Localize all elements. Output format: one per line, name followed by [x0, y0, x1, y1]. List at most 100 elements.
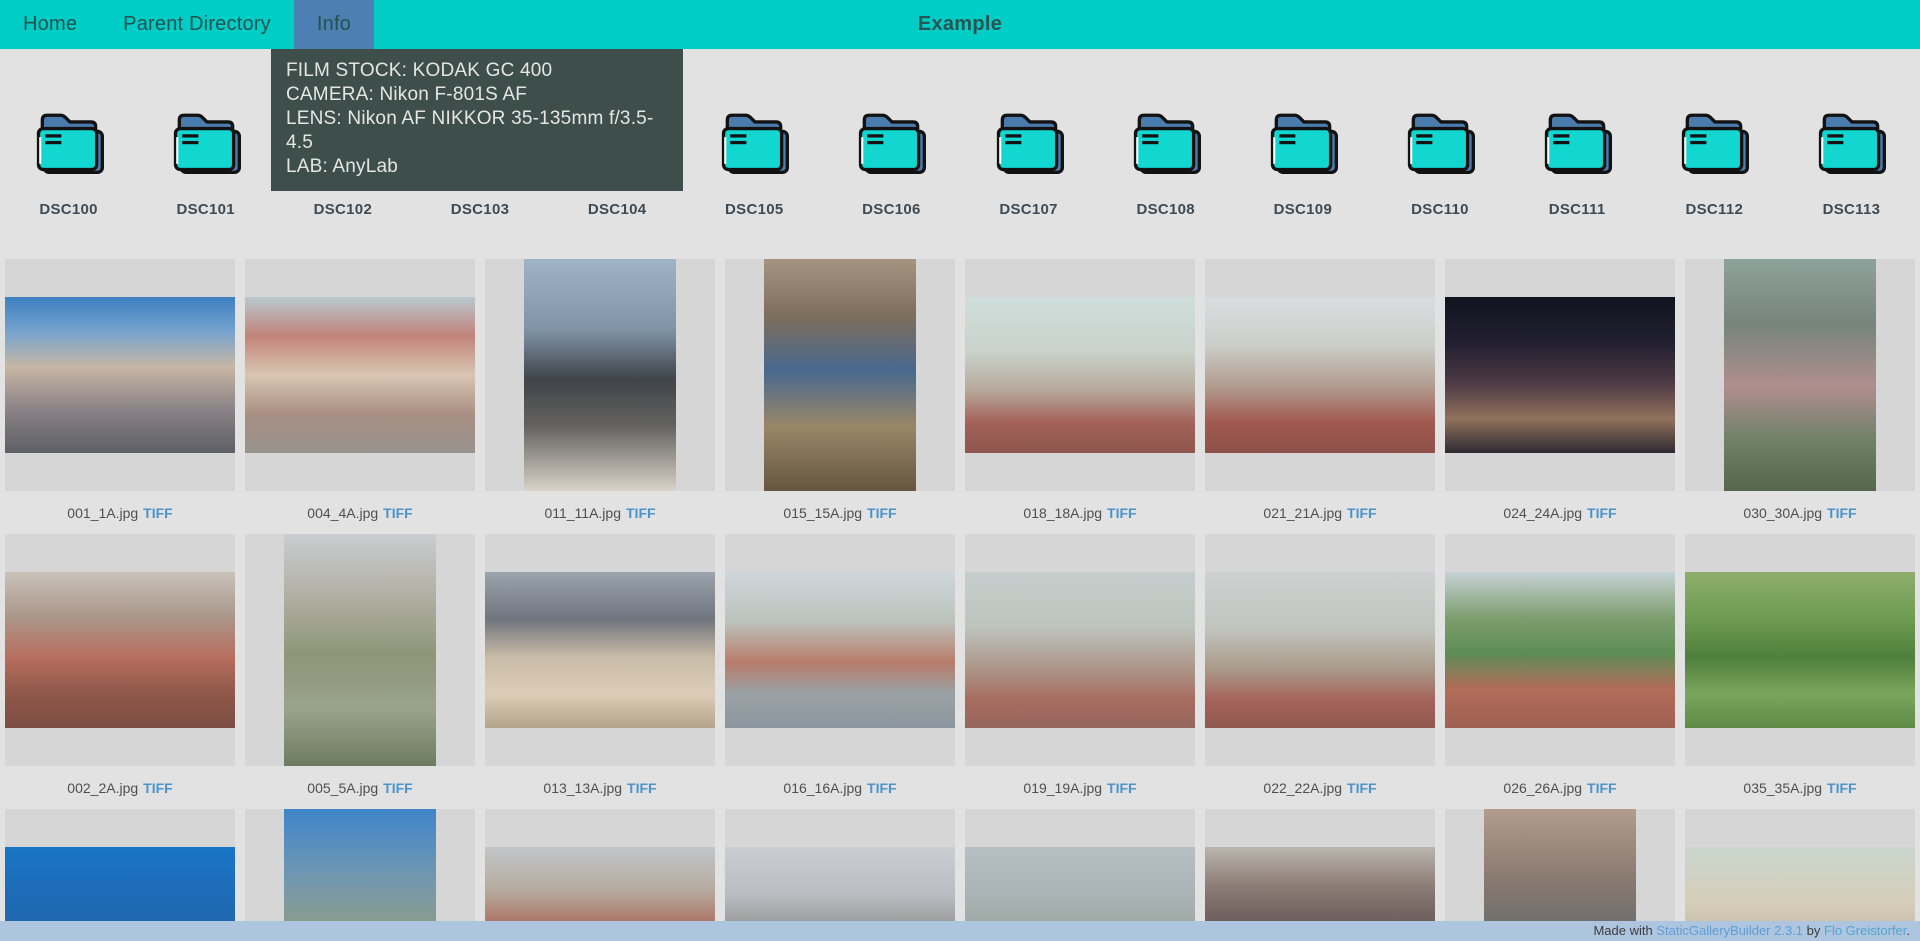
photo-label: 016_16A.jpg TIFF: [725, 766, 955, 809]
nav-item-parent-directory[interactable]: Parent Directory: [100, 0, 294, 49]
info-tooltip: FILM STOCK: KODAK GC 400CAMERA: Nikon F-…: [271, 49, 683, 191]
folder-icon: [1811, 104, 1891, 181]
folder-icon: [714, 104, 794, 181]
photo-thumbnail[interactable]: [764, 259, 916, 491]
tooltip-line: LENS: Nikon AF NIKKOR 35-135mm f/3.5-4.5: [286, 107, 669, 155]
photo-filename: 026_26A.jpg: [1503, 780, 1582, 796]
folder-name: DSC107: [999, 201, 1058, 218]
folder-icon: [851, 104, 931, 181]
folder-name: DSC102: [314, 201, 373, 218]
photo-thumbnail[interactable]: [1445, 297, 1675, 453]
photo-thumbnail[interactable]: [1205, 297, 1435, 453]
photo-filename: 015_15A.jpg: [783, 505, 862, 521]
tiff-link[interactable]: TIFF: [627, 780, 657, 796]
photo-label: 021_21A.jpg TIFF: [1205, 491, 1435, 534]
tiff-link[interactable]: TIFF: [143, 505, 173, 521]
thumbnail-box: [1445, 259, 1675, 491]
footer-text-prefix: Made with: [1593, 923, 1652, 938]
photo-label: 026_26A.jpg TIFF: [1445, 766, 1675, 809]
photo-thumbnail[interactable]: [524, 259, 676, 491]
photo-thumbnail[interactable]: [965, 297, 1195, 453]
folder-icon: [1126, 104, 1206, 181]
photo-thumbnail[interactable]: [1685, 572, 1915, 728]
tiff-link[interactable]: TIFF: [143, 780, 173, 796]
thumbnail-box: [965, 534, 1195, 766]
gallery-item: 001_1A.jpg TIFF: [5, 259, 235, 534]
folder-name: DSC101: [176, 201, 235, 218]
tiff-link[interactable]: TIFF: [1107, 505, 1137, 521]
tiff-link[interactable]: TIFF: [867, 505, 897, 521]
folder-item-dsc109[interactable]: DSC109: [1234, 104, 1371, 218]
photo-filename: 018_18A.jpg: [1023, 505, 1102, 521]
photo-label: 005_5A.jpg TIFF: [245, 766, 475, 809]
folder-item-dsc105[interactable]: DSC105: [686, 104, 823, 218]
thumbnail-box: [965, 259, 1195, 491]
tiff-link[interactable]: TIFF: [1587, 505, 1617, 521]
builder-link[interactable]: StaticGalleryBuilder 2.3.1: [1656, 923, 1803, 938]
tiff-link[interactable]: TIFF: [1827, 505, 1857, 521]
folder-item-dsc110[interactable]: DSC110: [1371, 104, 1508, 218]
photo-label: 022_22A.jpg TIFF: [1205, 766, 1435, 809]
thumbnail-box: [1205, 534, 1435, 766]
gallery-item: 002_2A.jpg TIFF: [5, 534, 235, 809]
photo-thumbnail[interactable]: [485, 572, 715, 728]
photo-filename: 001_1A.jpg: [67, 505, 138, 521]
thumbnail-box: [5, 259, 235, 491]
tiff-link[interactable]: TIFF: [1107, 780, 1137, 796]
photo-label: 001_1A.jpg TIFF: [5, 491, 235, 534]
nav-item-home[interactable]: Home: [0, 0, 100, 49]
tiff-link[interactable]: TIFF: [867, 780, 897, 796]
folder-item-dsc107[interactable]: DSC107: [960, 104, 1097, 218]
photo-filename: 019_19A.jpg: [1023, 780, 1102, 796]
gallery-item: 016_16A.jpg TIFF: [725, 534, 955, 809]
thumbnail-box: [485, 259, 715, 491]
gallery-item: 024_24A.jpg TIFF: [1445, 259, 1675, 534]
photo-thumbnail[interactable]: [284, 534, 436, 766]
photo-filename: 005_5A.jpg: [307, 780, 378, 796]
photo-thumbnail[interactable]: [1205, 572, 1435, 728]
nav-item-info[interactable]: Info: [294, 0, 374, 49]
thumbnail-box: [485, 534, 715, 766]
gallery-item: 005_5A.jpg TIFF: [245, 534, 475, 809]
tiff-link[interactable]: TIFF: [1347, 780, 1377, 796]
folder-item-dsc108[interactable]: DSC108: [1097, 104, 1234, 218]
photo-filename: 021_21A.jpg: [1263, 505, 1342, 521]
folder-item-dsc100[interactable]: DSC100: [0, 104, 137, 218]
folder-item-dsc113[interactable]: DSC113: [1783, 104, 1920, 218]
folder-name: DSC111: [1549, 201, 1606, 218]
folder-icon: [1674, 104, 1754, 181]
folder-item-dsc111[interactable]: DSC111: [1509, 104, 1646, 218]
folder-item-dsc112[interactable]: DSC112: [1646, 104, 1783, 218]
gallery-item: 021_21A.jpg TIFF: [1205, 259, 1435, 534]
tiff-link[interactable]: TIFF: [383, 505, 413, 521]
photo-thumbnail[interactable]: [245, 297, 475, 453]
gallery-item: 030_30A.jpg TIFF: [1685, 259, 1915, 534]
photo-thumbnail[interactable]: [1445, 572, 1675, 728]
folder-item-dsc106[interactable]: DSC106: [823, 104, 960, 218]
tiff-link[interactable]: TIFF: [1827, 780, 1857, 796]
folder-item-dsc101[interactable]: DSC101: [137, 104, 274, 218]
photo-thumbnail[interactable]: [5, 572, 235, 728]
gallery-item: 011_11A.jpg TIFF: [485, 259, 715, 534]
photo-filename: 035_35A.jpg: [1743, 780, 1822, 796]
tiff-link[interactable]: TIFF: [1587, 780, 1617, 796]
folder-icon: [989, 104, 1069, 181]
tiff-link[interactable]: TIFF: [1347, 505, 1377, 521]
thumbnail-box: [725, 534, 955, 766]
folder-name: DSC100: [39, 201, 98, 218]
folder-icon: [29, 104, 109, 181]
folder-name: DSC110: [1411, 201, 1469, 218]
tiff-link[interactable]: TIFF: [626, 505, 656, 521]
photo-filename: 016_16A.jpg: [783, 780, 862, 796]
folder-name: DSC106: [862, 201, 921, 218]
photo-label: 011_11A.jpg TIFF: [485, 491, 715, 534]
photo-thumbnail[interactable]: [5, 297, 235, 453]
author-link[interactable]: Flo Greistorfer: [1824, 923, 1906, 938]
tiff-link[interactable]: TIFF: [383, 780, 413, 796]
gallery-item: 019_19A.jpg TIFF: [965, 534, 1195, 809]
photo-thumbnail[interactable]: [725, 572, 955, 728]
photo-thumbnail[interactable]: [1724, 259, 1876, 491]
thumbnail-box: [725, 259, 955, 491]
photo-thumbnail[interactable]: [965, 572, 1195, 728]
gallery-item: 022_22A.jpg TIFF: [1205, 534, 1435, 809]
